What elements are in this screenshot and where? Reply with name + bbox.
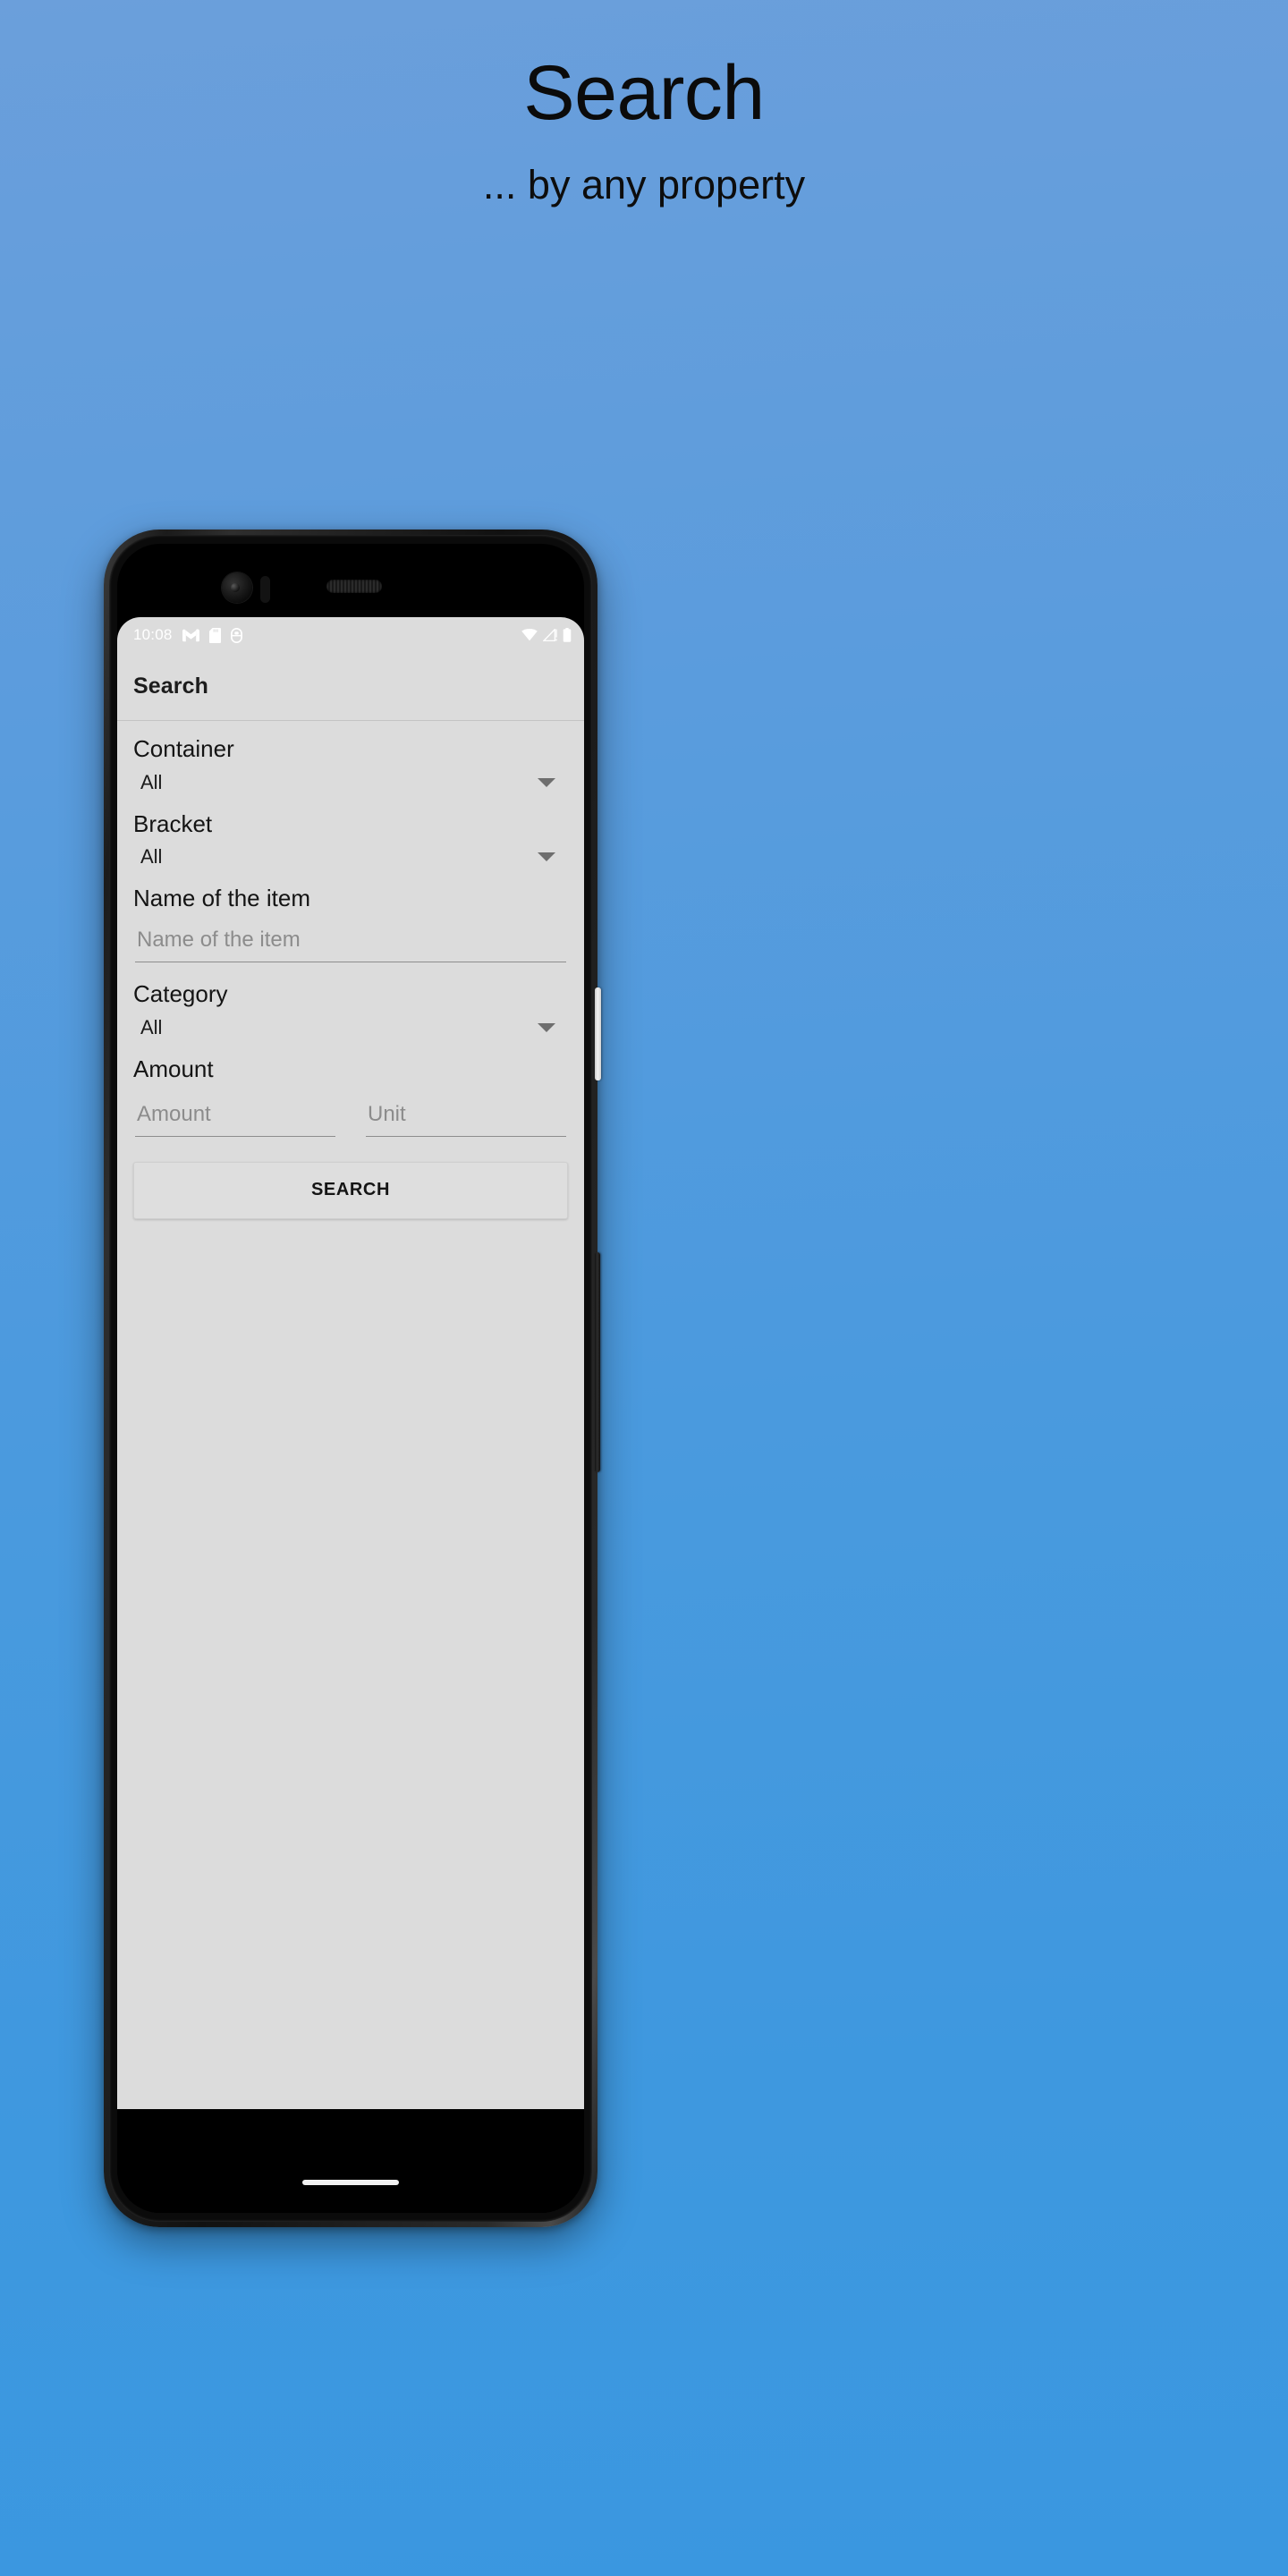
status-bar: 10:08 bbox=[117, 617, 584, 653]
phone-screen: 10:08 Search Container All Bracket All N… bbox=[117, 544, 584, 2213]
search-form: Container All Bracket All Name of the it… bbox=[117, 721, 584, 2109]
amount-input[interactable]: Amount bbox=[135, 1098, 335, 1137]
field-bracket: Bracket All bbox=[128, 810, 573, 886]
amount-row: Amount Unit bbox=[133, 1089, 568, 1142]
earpiece-speaker-icon bbox=[326, 580, 382, 593]
field-label-bracket: Bracket bbox=[133, 809, 213, 837]
phone-bezel: 10:08 Search Container All Bracket All N… bbox=[109, 535, 592, 2222]
android-viewport: 10:08 Search Container All Bracket All N… bbox=[117, 617, 584, 2109]
chevron-down-icon bbox=[538, 777, 555, 787]
gesture-nav-bar bbox=[117, 2152, 584, 2213]
field-label-item-name: Name of the item bbox=[133, 885, 310, 912]
sd-card-icon bbox=[208, 627, 221, 643]
bracket-spinner[interactable]: All bbox=[133, 840, 568, 885]
app-bar-title: Search bbox=[133, 674, 208, 699]
power-button[interactable] bbox=[595, 987, 601, 1080]
field-label-category: Category bbox=[133, 980, 228, 1008]
category-spinner-value: All bbox=[140, 1015, 163, 1038]
item-name-input[interactable]: Name of the item bbox=[135, 924, 566, 963]
promo-headline-block: Search ... by any property bbox=[0, 0, 1288, 208]
wifi-icon bbox=[521, 629, 538, 641]
home-gesture-pill[interactable] bbox=[302, 2180, 399, 2185]
chevron-down-icon bbox=[538, 1022, 555, 1032]
battery-icon bbox=[563, 628, 572, 642]
container-spinner[interactable]: All bbox=[133, 766, 568, 810]
phone-mockup: 10:08 Search Container All Bracket All N… bbox=[104, 530, 601, 2227]
status-bar-right bbox=[521, 628, 572, 642]
field-item-name: Name of the item Name of the item bbox=[128, 885, 573, 963]
field-category: Category All bbox=[128, 980, 573, 1055]
category-spinner[interactable]: All bbox=[133, 1011, 568, 1055]
volume-rocker[interactable] bbox=[595, 1252, 600, 1472]
app-bar: Search bbox=[117, 653, 584, 721]
search-button[interactable]: SEARCH bbox=[133, 1161, 568, 1219]
gmail-icon bbox=[182, 628, 199, 642]
chevron-down-icon bbox=[538, 852, 555, 862]
usb-mouse-icon bbox=[230, 627, 242, 643]
front-camera-icon bbox=[222, 572, 252, 603]
field-container: Container All bbox=[128, 735, 573, 810]
unit-input[interactable]: Unit bbox=[366, 1098, 566, 1137]
cellular-signal-icon bbox=[543, 629, 557, 641]
container-spinner-value: All bbox=[140, 770, 163, 793]
page-subtitle: ... by any property bbox=[482, 161, 806, 208]
proximity-sensor-icon bbox=[260, 576, 270, 603]
field-amount: Amount Amount Unit bbox=[128, 1055, 573, 1142]
status-bar-left: 10:08 bbox=[133, 626, 521, 644]
status-clock: 10:08 bbox=[133, 626, 173, 643]
page-title: Search bbox=[523, 50, 765, 136]
field-label-amount: Amount bbox=[133, 1055, 214, 1082]
bracket-spinner-value: All bbox=[140, 845, 163, 869]
field-label-container: Container bbox=[133, 735, 234, 762]
